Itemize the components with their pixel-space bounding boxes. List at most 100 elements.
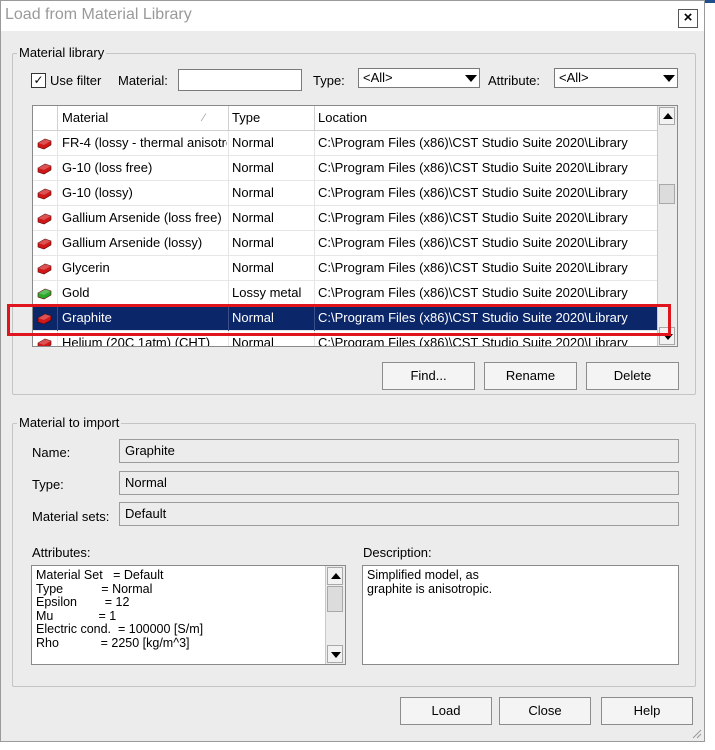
cell-type: Normal	[232, 135, 274, 150]
material-brick-icon	[37, 238, 52, 250]
cell-divider	[228, 131, 229, 156]
cell-location: C:\Program Files (x86)\CST Studio Suite …	[318, 160, 628, 175]
rename-button[interactable]: Rename	[484, 362, 577, 390]
type-filter-select[interactable]: <All>	[358, 68, 480, 88]
cell-material: G-10 (lossy)	[62, 185, 133, 200]
use-filter-label: Use filter	[50, 73, 102, 88]
table-row[interactable]: Gold Lossy metal C:\Program Files (x86)\CS…	[33, 281, 659, 306]
cell-material: Gallium Arsenide (loss free)	[62, 210, 222, 225]
material-library-legend: Material library	[17, 45, 107, 60]
cell-material: Gold	[62, 285, 90, 300]
cell-divider	[314, 181, 315, 206]
attribute-filter-select[interactable]: <All>	[554, 68, 678, 88]
cell-divider	[228, 231, 229, 256]
cell-divider	[228, 181, 229, 206]
material-sets-label: Material sets:	[32, 509, 110, 524]
load-material-dialog: Load from Material Library × Material li…	[0, 0, 705, 742]
material-filter-label: Material:	[118, 73, 168, 88]
cell-divider	[314, 131, 315, 156]
attributes-textarea[interactable]: Material Set = Default Type = Normal Eps…	[31, 565, 346, 665]
material-brick-icon	[37, 138, 52, 150]
description-textarea[interactable]: Simplified model, as graphite is anisotr…	[362, 565, 679, 665]
cell-divider	[57, 256, 58, 281]
scroll-up-arrow-icon[interactable]	[659, 107, 675, 125]
cell-divider	[228, 206, 229, 231]
column-header-material[interactable]: Material	[62, 110, 108, 125]
attributes-text: Material Set = Default Type = Normal Eps…	[36, 568, 204, 650]
cell-divider	[314, 281, 315, 306]
material-brick-icon	[37, 288, 52, 300]
header-divider	[314, 106, 315, 130]
column-header-location[interactable]: Location	[318, 110, 367, 125]
find-button[interactable]: Find...	[382, 362, 475, 390]
cell-divider	[314, 156, 315, 181]
close-button[interactable]: Close	[499, 697, 591, 725]
cell-divider	[57, 181, 58, 206]
scroll-up-arrow-icon[interactable]	[327, 567, 343, 585]
use-filter-checkbox[interactable]: ✓	[31, 73, 46, 88]
close-window-button[interactable]: ×	[678, 9, 698, 28]
cell-type: Normal	[232, 160, 274, 175]
table-row[interactable]: FR-4 (lossy - thermal anisotropic) Normal…	[33, 131, 659, 156]
column-header-type[interactable]: Type	[232, 110, 260, 125]
chevron-down-icon	[659, 69, 677, 87]
table-row[interactable]: G-10 (loss free) Normal C:\Program Files (…	[33, 156, 659, 181]
cell-material: Gallium Arsenide (lossy)	[62, 235, 203, 250]
cell-material: G-10 (loss free)	[62, 160, 153, 175]
cell-divider	[314, 256, 315, 281]
cell-location: C:\Program Files (x86)\CST Studio Suite …	[318, 285, 628, 300]
material-brick-icon	[37, 213, 52, 225]
type-filter-value: <All>	[363, 70, 393, 85]
highlight-annotation-box	[7, 304, 671, 336]
cell-divider	[57, 281, 58, 306]
header-divider	[228, 106, 229, 130]
material-brick-icon	[37, 263, 52, 275]
load-button[interactable]: Load	[400, 697, 492, 725]
scroll-thumb[interactable]	[327, 586, 343, 612]
scroll-thumb[interactable]	[659, 184, 675, 204]
cell-type: Normal	[232, 260, 274, 275]
material-brick-icon	[37, 338, 52, 346]
cell-divider	[228, 256, 229, 281]
type-filter-label: Type:	[313, 73, 345, 88]
material-to-import-legend: Material to import	[17, 415, 122, 430]
cell-location: C:\Program Files (x86)\CST Studio Suite …	[318, 335, 628, 347]
cell-divider	[57, 156, 58, 181]
cell-divider	[228, 156, 229, 181]
resize-grip-icon[interactable]	[690, 727, 702, 739]
delete-button[interactable]: Delete	[586, 362, 679, 390]
type-field: Normal	[119, 471, 679, 495]
name-field: Graphite	[119, 439, 679, 463]
table-row[interactable]: Glycerin Normal C:\Program Files (x86)\CST…	[33, 256, 659, 281]
scroll-down-arrow-icon[interactable]	[327, 645, 343, 663]
table-row[interactable]: Gallium Arsenide (loss free) Normal C:\Pro…	[33, 206, 659, 231]
cell-divider	[57, 206, 58, 231]
cell-type: Normal	[232, 210, 274, 225]
cell-location: C:\Program Files (x86)\CST Studio Suite …	[318, 260, 628, 275]
cell-divider	[314, 206, 315, 231]
cell-material: FR-4 (lossy - thermal anisotropic)	[62, 135, 227, 150]
description-label: Description:	[363, 545, 432, 560]
name-label: Name:	[32, 445, 71, 460]
table-row[interactable]: G-10 (lossy) Normal C:\Program Files (x86)…	[33, 181, 659, 206]
table-row[interactable]: Gallium Arsenide (lossy) Normal C:\Program…	[33, 231, 659, 256]
cell-type: Normal	[232, 185, 274, 200]
cell-location: C:\Program Files (x86)\CST Studio Suite …	[318, 235, 628, 250]
header-divider	[57, 106, 58, 130]
attributes-scrollbar[interactable]	[325, 566, 345, 664]
table-header: Material ⁄ Type Location	[33, 106, 659, 131]
cell-material: Glycerin	[62, 260, 110, 275]
cell-location: C:\Program Files (x86)\CST Studio Suite …	[318, 210, 628, 225]
help-button[interactable]: Help	[601, 697, 693, 725]
attribute-filter-value: <All>	[559, 70, 589, 85]
type-label: Type:	[32, 477, 64, 492]
title-bar[interactable]: Load from Material Library ×	[1, 1, 704, 31]
cell-location: C:\Program Files (x86)\CST Studio Suite …	[318, 185, 628, 200]
material-sets-field: Default	[119, 502, 679, 526]
material-filter-input[interactable]	[178, 69, 302, 91]
sort-ascending-icon: ⁄	[203, 112, 205, 124]
cell-divider	[228, 281, 229, 306]
material-brick-icon	[37, 163, 52, 175]
attributes-label: Attributes:	[32, 545, 91, 560]
material-brick-icon	[37, 188, 52, 200]
